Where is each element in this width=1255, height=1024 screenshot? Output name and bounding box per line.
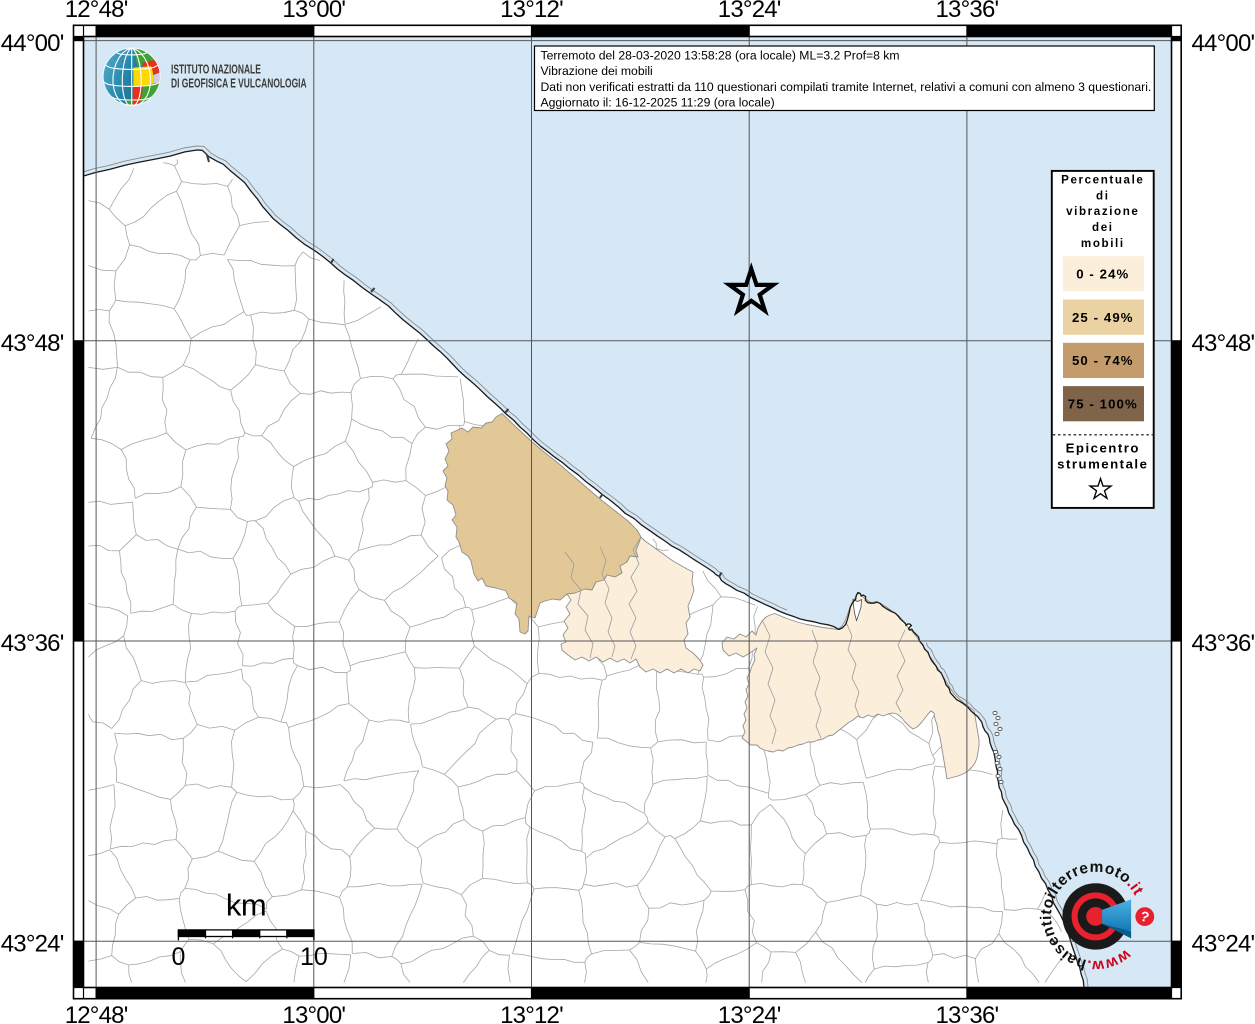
svg-text:Terremoto del 28-03-2020 13:58: Terremoto del 28-03-2020 13:58:28 (ora l… bbox=[541, 49, 900, 63]
svg-text:75 - 100%: 75 - 100% bbox=[1068, 396, 1138, 411]
svg-text:di: di bbox=[1096, 189, 1110, 202]
svg-text:43°48': 43°48' bbox=[1192, 330, 1255, 357]
svg-text:50 - 74%: 50 - 74% bbox=[1072, 353, 1134, 368]
svg-text:43°24': 43°24' bbox=[1192, 930, 1255, 957]
svg-text:vibrazione: vibrazione bbox=[1066, 205, 1139, 218]
svg-text:13°12': 13°12' bbox=[500, 1002, 563, 1024]
svg-text:44°00': 44°00' bbox=[1, 30, 64, 57]
svg-text:Vibrazione dei mobili: Vibrazione dei mobili bbox=[541, 64, 653, 78]
svg-text:43°36': 43°36' bbox=[1, 630, 64, 657]
svg-text:ISTITUTO NAZIONALE: ISTITUTO NAZIONALE bbox=[171, 63, 261, 77]
svg-text:43°24': 43°24' bbox=[1, 930, 64, 957]
svg-text:13°00': 13°00' bbox=[282, 0, 345, 23]
svg-text:DI GEOFISICA E VULCANOLOGIA: DI GEOFISICA E VULCANOLOGIA bbox=[171, 77, 307, 91]
svg-text:mobili: mobili bbox=[1081, 237, 1125, 250]
svg-text:13°36': 13°36' bbox=[936, 1002, 999, 1024]
svg-text:13°00': 13°00' bbox=[282, 1002, 345, 1024]
svg-text:Epicentro: Epicentro bbox=[1066, 441, 1140, 456]
svg-text:10: 10 bbox=[300, 943, 328, 971]
svg-text:43°36': 43°36' bbox=[1192, 630, 1255, 657]
svg-text:Aggiornato il: 16-12-2025 11:2: Aggiornato il: 16-12-2025 11:29 (ora loc… bbox=[541, 95, 775, 109]
svg-text:13°24': 13°24' bbox=[718, 0, 781, 23]
svg-text:43°48': 43°48' bbox=[1, 330, 64, 357]
svg-text:13°12': 13°12' bbox=[500, 0, 563, 23]
svg-text:dei: dei bbox=[1092, 221, 1114, 234]
svg-text:0: 0 bbox=[171, 943, 185, 971]
svg-text:0 - 24%: 0 - 24% bbox=[1076, 267, 1129, 282]
svg-text:44°00': 44°00' bbox=[1192, 30, 1255, 57]
svg-text:12°48': 12°48' bbox=[65, 0, 128, 23]
svg-text:Dati non verificati estratti d: Dati non verificati estratti da 110 ques… bbox=[541, 80, 1152, 94]
svg-text:Percentuale: Percentuale bbox=[1061, 174, 1144, 187]
svg-text:strumentale: strumentale bbox=[1057, 456, 1148, 471]
svg-text:13°24': 13°24' bbox=[718, 1002, 781, 1024]
svg-text:km: km bbox=[226, 888, 266, 923]
svg-text:12°48': 12°48' bbox=[65, 1002, 128, 1024]
svg-text:25 - 49%: 25 - 49% bbox=[1072, 310, 1134, 325]
svg-text:13°36': 13°36' bbox=[936, 0, 999, 23]
